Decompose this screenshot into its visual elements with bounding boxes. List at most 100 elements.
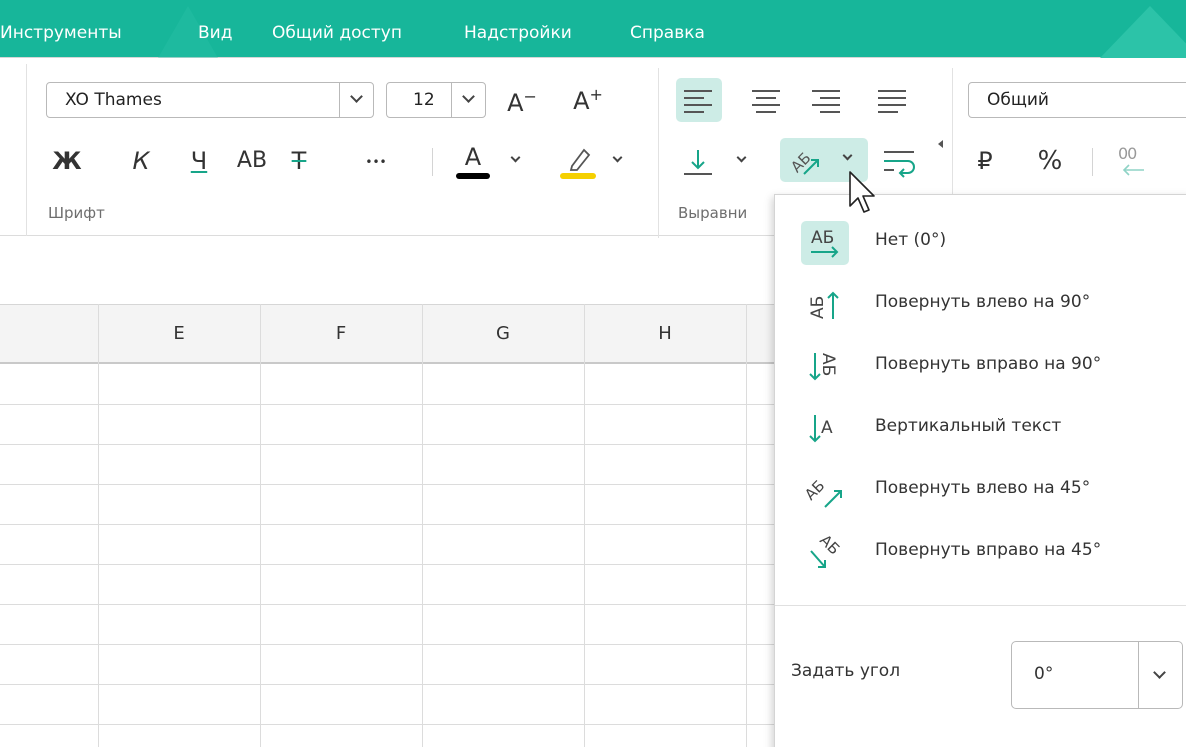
vertical-text-icon: А [801,407,849,451]
font-color-button[interactable]: A [454,142,492,172]
percent-format-button[interactable]: % [1030,146,1070,176]
align-justify-icon[interactable] [878,86,908,116]
grid-row-line [0,524,774,525]
collapse-arrow-icon[interactable] [938,140,943,148]
number-format-value: Общий [987,90,1049,110]
grid-row-line [0,644,774,645]
menu-item-label: Повернуть вправо на 90° [875,354,1102,374]
menu-item-addons[interactable]: Надстройки [464,22,572,44]
angle-value: 0° [1034,664,1054,684]
column-header-g[interactable]: G [422,304,584,364]
highlight-chevron-down-icon[interactable] [612,152,623,163]
decrease-font-sup: − [523,87,537,106]
grid-column-line [98,304,99,747]
increase-font-button[interactable]: A+ [566,80,610,116]
font-name-value: XO Thames [65,90,162,110]
grid-row-line [0,604,774,605]
chevron-down-icon [462,90,475,103]
svg-text:АБ: АБ [808,296,828,319]
align-bottom-icon[interactable] [680,144,716,180]
svg-text:АБ: АБ [818,353,838,376]
more-options-button[interactable]: ••• [356,146,396,178]
set-angle-label: Задать угол [791,661,901,681]
svg-text:АБ: АБ [811,228,834,248]
font-group-label: Шрифт [48,204,105,222]
increase-font-icon: A [573,87,590,115]
font-name-dropdown-button[interactable] [339,83,373,117]
rotate-left-45-icon: АБ [787,149,819,176]
menu-item-rotate-right-90[interactable]: АБ Повернуть вправо на 90° [775,335,1186,397]
mouse-cursor-icon [848,170,878,222]
align-left-button[interactable] [676,78,722,122]
angle-input[interactable]: 0° [1011,641,1183,709]
menu-bar: Инструменты Вид Общий доступ Надстройки … [0,0,1186,58]
svg-text:АБ: АБ [816,531,843,558]
caps-button[interactable]: АВ [232,146,272,176]
decrease-decimal-button[interactable]: 00 [1114,142,1154,182]
ribbon-left-divider [26,64,27,236]
rotate-left-45-icon: АБ [801,469,849,513]
bold-button[interactable]: Ж [52,146,82,176]
ribbon-group-divider [658,68,659,238]
font-color-swatch [456,173,490,179]
menu-item-rotate-right-45[interactable]: АБ Повернуть вправо на 45° [775,521,1186,583]
highlighter-icon[interactable] [562,144,596,172]
column-header-h[interactable]: H [584,304,746,364]
decrease-font-button[interactable]: A− [500,82,544,118]
grid-column-line [584,304,585,747]
font-size-value: 12 [413,90,435,110]
column-header-e[interactable]: E [98,304,260,364]
rotate-right-45-icon: АБ [801,531,849,575]
svg-text:АБ: АБ [801,477,828,504]
grid-row-line [0,484,774,485]
vertical-align-chevron-down-icon[interactable] [736,152,747,163]
menu-item-label: Повернуть влево на 90° [875,292,1091,312]
number-tools-divider [1092,148,1093,176]
font-tools-divider [432,148,433,176]
angle-dropdown-button[interactable] [1138,642,1182,708]
rotate-right-90-icon: АБ [801,345,849,389]
svg-text:А: А [821,418,833,438]
grid-row-line [0,564,774,565]
grid-column-line [422,304,423,747]
menu-item-help[interactable]: Справка [630,22,705,44]
menu-item-rotate-left-90[interactable]: АБ Повернуть влево на 90° [775,273,1186,335]
menu-item-sharing[interactable]: Общий доступ [272,22,402,44]
menu-tab-decoration-right [1100,6,1186,58]
align-right-icon[interactable] [812,86,842,116]
number-format-combo[interactable]: Общий [968,82,1186,118]
text-orientation-chevron-down-icon [842,150,853,161]
menu-item-rotate-left-45[interactable]: АБ Повернуть влево на 45° [775,459,1186,521]
menu-item-view[interactable]: Вид [198,22,232,44]
highlight-color-swatch [560,173,596,179]
font-size-dropdown-button[interactable] [451,83,485,117]
align-center-icon[interactable] [752,86,782,116]
menu-item-label: Нет (0°) [875,230,947,250]
menu-item-label: Вертикальный текст [875,416,1062,436]
alignment-group-label: Выравни [678,204,748,222]
menu-item-vertical-text[interactable]: А Вертикальный текст [775,397,1186,459]
menu-item-no-rotation[interactable]: АБ Нет (0°) [775,211,1186,273]
font-size-combo[interactable]: 12 [386,82,486,118]
menu-divider [775,605,1186,606]
chevron-down-icon [350,90,363,103]
text-orientation-menu: АБ Нет (0°) АБ Повернуть влево на 90° АБ… [774,194,1186,747]
underline-button[interactable]: Ч [184,146,214,176]
grid-row-line [0,404,774,405]
currency-format-button[interactable]: ₽ [970,146,1000,176]
wrap-text-icon[interactable] [880,144,920,180]
column-header-f[interactable]: F [260,304,422,364]
grid-column-line [260,304,261,747]
chevron-down-icon [1153,666,1166,679]
strikethrough-button[interactable]: Т [282,146,316,176]
menu-item-tools[interactable]: Инструменты [0,22,122,44]
menu-item-label: Повернуть влево на 45° [875,478,1091,498]
grid-row-line [0,724,774,725]
font-color-chevron-down-icon[interactable] [510,152,521,163]
font-color-icon: A [464,143,482,171]
arrow-left-icon [1122,164,1144,176]
italic-button[interactable]: К [126,146,156,176]
no-rotation-icon: АБ [801,221,849,265]
align-left-icon [684,86,714,116]
font-name-combo[interactable]: XO Thames [46,82,374,118]
